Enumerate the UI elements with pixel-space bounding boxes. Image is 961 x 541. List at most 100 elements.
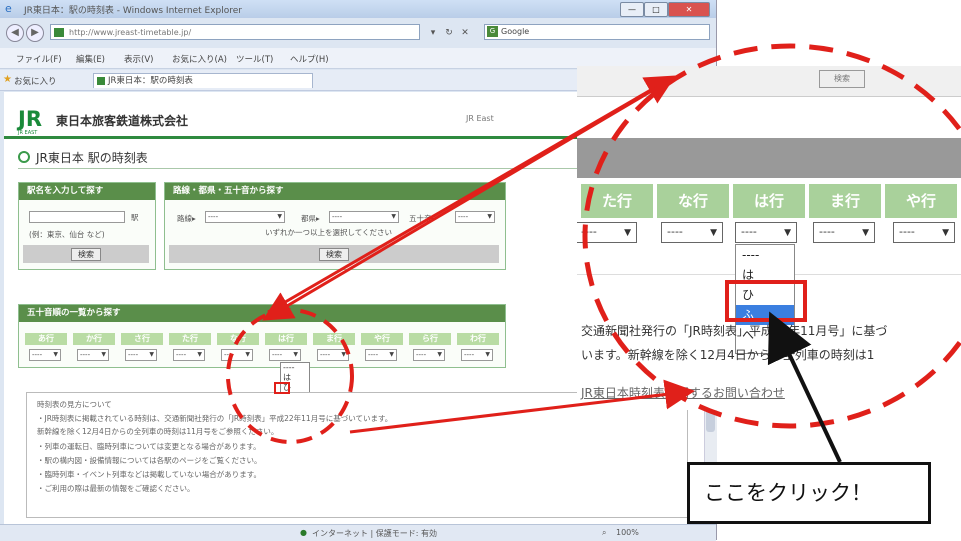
gojuon-select[interactable]: ---- ▼ [455, 211, 495, 223]
gojuon-select-sa[interactable]: ---- ▼ [125, 349, 157, 361]
menu-help[interactable]: ヘルプ(H) [290, 53, 329, 65]
tab-timetable[interactable]: JR東日本：駅の時刻表 [93, 73, 313, 88]
window-title: JR東日本：駅の時刻表 - Windows Internet Explorer [24, 6, 242, 16]
gojuon-select-ka[interactable]: ---- ▼ [77, 349, 109, 361]
menu-favorites[interactable]: お気に入り(A) [172, 53, 227, 65]
company-name: 東日本旅客鉄道株式会社 [56, 114, 189, 128]
gojuon-select-a[interactable]: ---- ▼ [29, 349, 61, 361]
zoom-select-ha[interactable]: ---- ▼ [735, 222, 797, 243]
gojuon-select-ta[interactable]: ---- ▼ [173, 349, 205, 361]
jr-logo[interactable]: JR [18, 108, 52, 132]
zoom-dropdown-option[interactable]: ---- [736, 245, 794, 265]
address-bar: ◀ ▶ http://www.jreast-timetable.jp/ ▾ ↻ … [0, 20, 716, 46]
gojuon-select-ra[interactable]: ---- ▼ [413, 349, 445, 361]
title-bar: e JR東日本：駅の時刻表 - Windows Internet Explore… [0, 0, 716, 18]
search-placeholder: Google [501, 27, 530, 36]
gojuon-header-wa: わ行 [457, 333, 499, 345]
panel-heading: 駅名を入力して探す [19, 183, 155, 200]
zoom-header-ta: た行 [581, 184, 653, 218]
gojuon-select-ya[interactable]: ---- ▼ [365, 349, 397, 361]
zoom-top-bar: 検索 [577, 66, 961, 97]
search-input[interactable]: G Google [484, 24, 710, 40]
ie-logo-icon: e [5, 2, 12, 15]
zoom-body-line: 交通新聞社発行の「JR時刻表」平成22年11月号」に基づ [581, 324, 888, 338]
forward-button[interactable]: ▶ [26, 24, 44, 42]
stop-icon[interactable]: ✕ [458, 26, 472, 40]
line-select[interactable]: ---- ▼ [205, 211, 285, 223]
site-favicon-icon [54, 28, 64, 37]
zoom-level[interactable]: 100% [616, 528, 639, 537]
line-search-note: いずれか一つ以上を選択してください [265, 228, 393, 237]
maximize-button[interactable]: □ [644, 2, 668, 17]
zoom-header-ha: は行 [733, 184, 805, 218]
gojuon-select-wa[interactable]: ---- ▼ [461, 349, 493, 361]
zoom-search-button[interactable]: 検索 [819, 70, 865, 88]
zoom-header-ya: や行 [885, 184, 957, 218]
zoom-select-ya[interactable]: ---- ▼ [893, 222, 955, 243]
menu-view[interactable]: 表示(V) [124, 53, 153, 65]
line-search-button[interactable]: 検索 [319, 248, 349, 261]
notes-line: ・駅の構内図・設備情報については各駅のページをご覧ください。 [37, 456, 262, 465]
notes-line: 新幹線を除く12月4日からの全列車の時刻は11月号をご参照ください。 [37, 427, 279, 436]
gojuon-header-ya: や行 [361, 333, 403, 345]
page-title: JR東日本 駅の時刻表 [36, 151, 148, 165]
notes-line: ・ご利用の際は最新の情報をご確認ください。 [37, 484, 195, 493]
gojuon-header-ha: は行 [265, 333, 307, 345]
station-example: (例：東京、仙台 など) [29, 230, 105, 239]
zoom-body-link[interactable]: JR東日本時刻表に関するお問い合わせ [581, 384, 785, 401]
gojuon-select-ma[interactable]: ---- ▼ [317, 349, 349, 361]
zoom-body-line: います。新幹線を除く12月4日からの全列車の時刻は1 [581, 348, 875, 362]
zoom-header-ma: ま行 [809, 184, 881, 218]
gojuon-header-ka: か行 [73, 333, 115, 345]
prefecture-select[interactable]: ---- ▼ [329, 211, 399, 223]
url-text: http://www.jreast-timetable.jp/ [69, 28, 192, 37]
url-field[interactable]: http://www.jreast-timetable.jp/ [50, 24, 420, 40]
gojuon-header-ta: た行 [169, 333, 211, 345]
star-icon: ★ [3, 74, 12, 85]
menu-tools[interactable]: ツール(T) [236, 53, 273, 65]
zoom-header-na: な行 [657, 184, 729, 218]
close-button[interactable]: ✕ [668, 2, 710, 17]
station-name-input[interactable] [29, 211, 125, 223]
zoom-select-na[interactable]: ---- ▼ [661, 222, 723, 243]
notes-line: ・臨時列車・イベント列車などは掲載していない場合があります。 [37, 470, 262, 479]
zoom-dropdown-option[interactable]: は [736, 265, 794, 285]
status-zone: インターネット | 保護モード: 有効 [312, 529, 438, 538]
dropdown-arrow-icon[interactable]: ▾ [426, 26, 440, 40]
prefecture-label: 都県▸ [301, 214, 320, 223]
tab-label: JR東日本：駅の時刻表 [108, 76, 193, 86]
notes-line: ・JR時刻表に掲載されている時刻は、交通新聞社発行の「JR時刻表」平成22年11… [37, 414, 393, 423]
globe-icon: ● [300, 528, 307, 537]
zoom-select-ta[interactable]: ---- ▼ [577, 222, 637, 243]
zoom-select-ma[interactable]: ---- ▼ [813, 222, 875, 243]
gojuon-header-na: な行 [217, 333, 259, 345]
zoom-inset: 検索 た行 な行 は行 ま行 や行 ---- ▼ ---- ▼ ---- ▼ ----… [577, 66, 961, 410]
menu-file[interactable]: ファイル(F) [16, 53, 62, 65]
dropdown-option[interactable]: ---- [281, 363, 309, 373]
clock-icon [18, 151, 30, 163]
station-name-search-panel: 駅名を入力して探す 駅 (例：東京、仙台 など) 検索 [18, 182, 156, 270]
station-search-button[interactable]: 検索 [71, 248, 101, 261]
menu-edit[interactable]: 編集(E) [76, 53, 105, 65]
back-button[interactable]: ◀ [6, 24, 24, 42]
gojuon-header-ma: ま行 [313, 333, 355, 345]
line-search-panel: 路線・都県・五十音から探す 路線▸ ---- ▼ 都県▸ ---- ▼ 五十音▸ -… [164, 182, 506, 270]
gojuon-label: 五十音▸ [409, 214, 436, 223]
gojuon-select-ha[interactable]: ---- ▼ [269, 349, 301, 361]
status-bar: ● インターネット | 保護モード: 有効 ⌕ 100% [0, 524, 716, 541]
dropdown-option[interactable]: は [281, 373, 309, 383]
favorites-label[interactable]: お気に入り [14, 75, 57, 87]
refresh-icon[interactable]: ↻ [442, 26, 456, 40]
timetable-notes-box: 時刻表の見方について ・JR時刻表に掲載されている時刻は、交通新聞社発行の「JR… [26, 392, 688, 518]
gojuon-select-na[interactable]: ---- ▼ [221, 349, 253, 361]
gojuon-header-sa: さ行 [121, 333, 163, 345]
notes-line: ・列車の運転日、臨時列車については変更となる場合があります。 [37, 442, 261, 451]
header-link[interactable]: JR East [466, 114, 494, 123]
zoom-gray-bar [577, 138, 961, 178]
zoom-dropdown-option[interactable]: ひ [736, 285, 794, 305]
gojuon-header-a: あ行 [25, 333, 67, 345]
click-here-callout: ここをクリック！ [687, 462, 931, 524]
minimize-button[interactable]: — [620, 2, 644, 17]
notes-heading: 時刻表の見方について [37, 400, 112, 409]
google-icon: G [487, 26, 498, 37]
